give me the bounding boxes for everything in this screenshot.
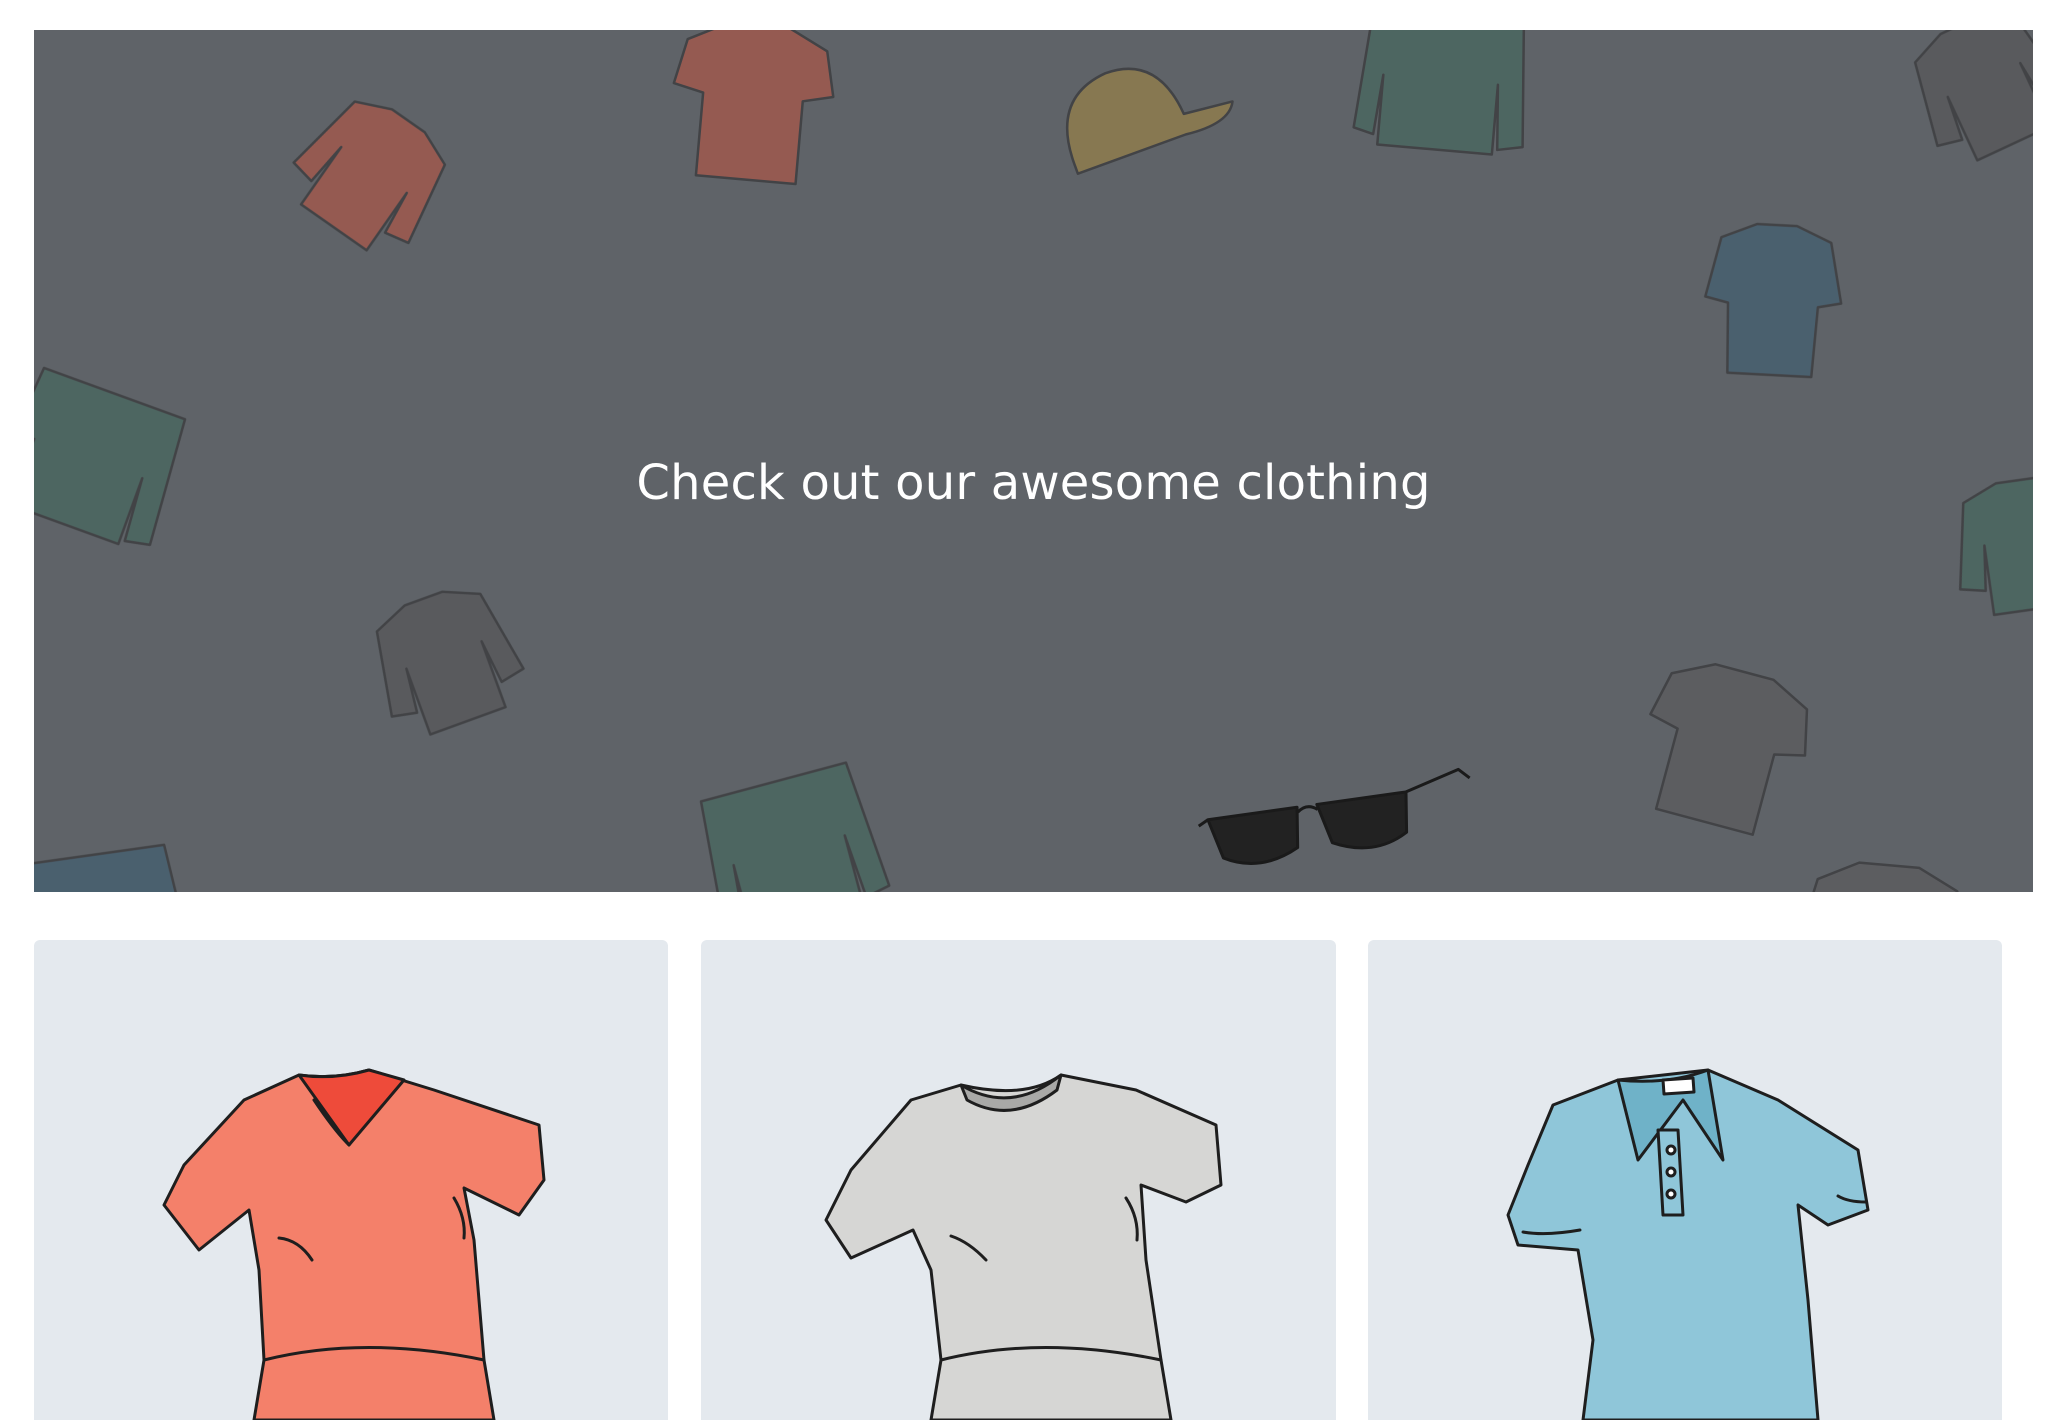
v-neck-t-shirt-icon (162, 1068, 546, 1420)
jacket-icon (1352, 30, 1526, 156)
polo-shirt-icon (1704, 222, 1843, 379)
product-card-crewneck[interactable] (701, 940, 1336, 1420)
hoodie-icon (375, 590, 525, 736)
jacket-icon (34, 843, 190, 892)
t-shirt-icon (1802, 861, 1965, 892)
product-card-vneck[interactable] (34, 940, 668, 1420)
jacket-icon (699, 761, 891, 892)
cap-icon (1065, 67, 1234, 175)
hoodie-icon (292, 100, 447, 252)
hoodie-icon (1913, 30, 2033, 162)
t-shirt-icon (672, 30, 835, 186)
sunglasses-icon (1197, 767, 1471, 865)
crew-neck-t-shirt-icon (824, 1073, 1223, 1420)
product-card-polo[interactable] (1368, 940, 2002, 1420)
polo-shirt-icon (1506, 1068, 1870, 1420)
hero-title: Check out our awesome clothing (636, 455, 1431, 511)
hero-banner: Check out our awesome clothing (34, 30, 2033, 892)
t-shirt-icon (1649, 663, 1809, 836)
